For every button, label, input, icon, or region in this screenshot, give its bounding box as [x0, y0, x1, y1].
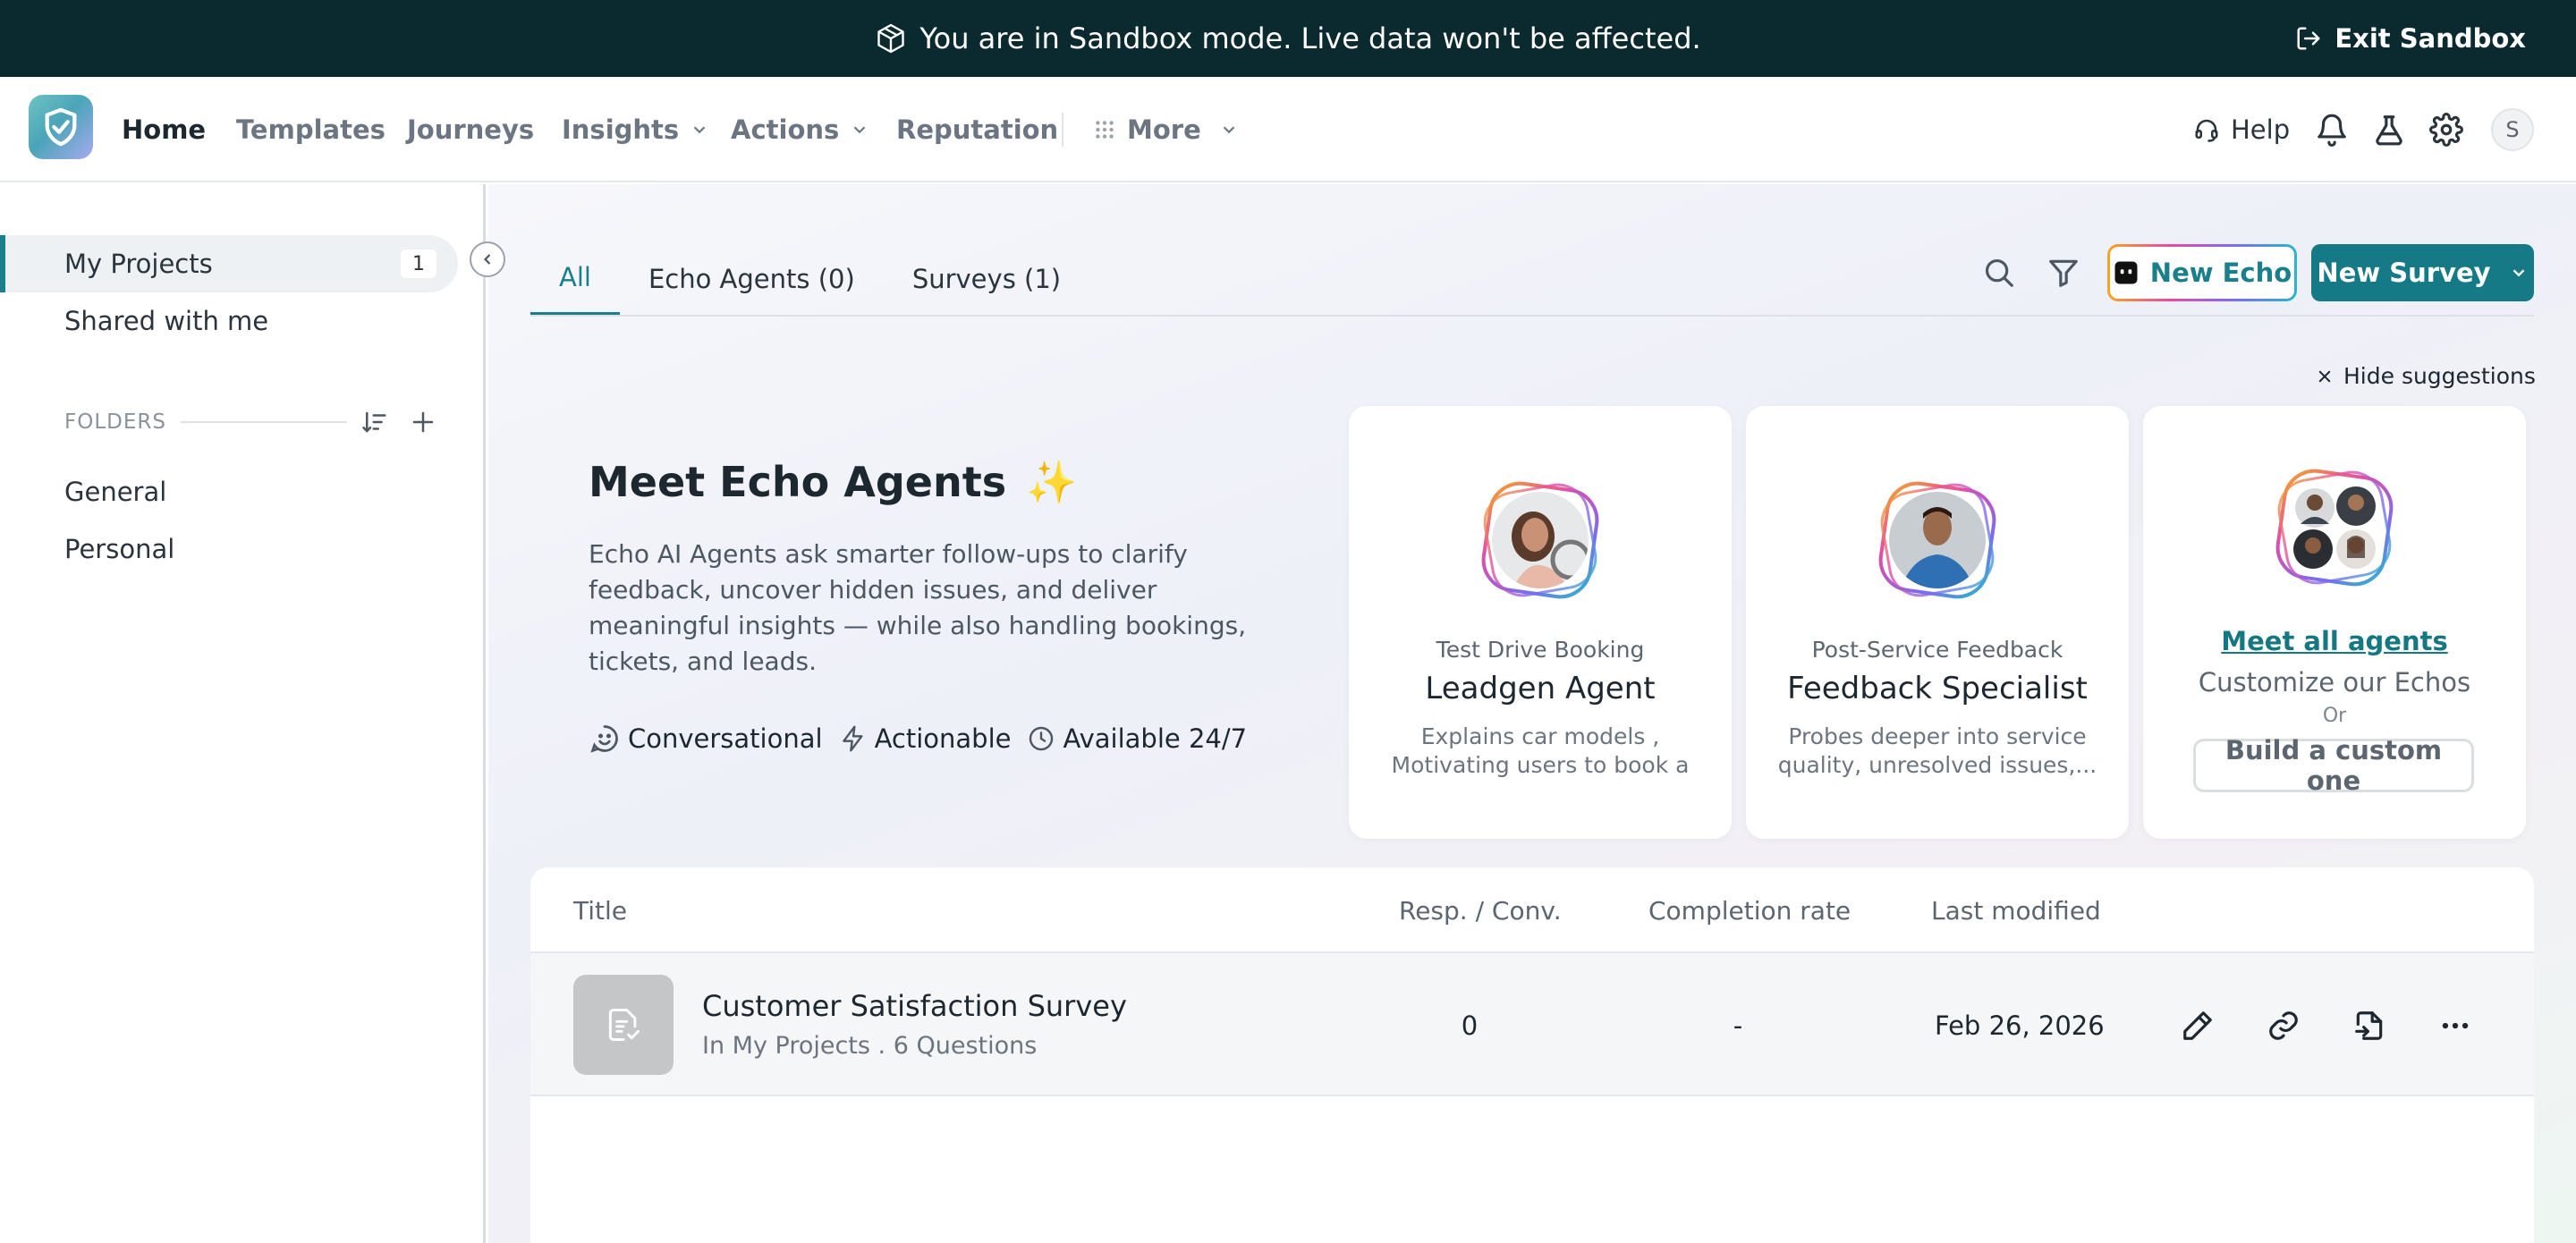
nav-reputation[interactable]: Reputation [896, 77, 1058, 182]
sidebar-item-my-projects[interactable]: My Projects 1 [0, 235, 458, 292]
feature-actionable: Actionable [839, 723, 1011, 755]
agent-avatar-feedback [1878, 481, 1996, 599]
sidebar: My Projects 1 Shared with me FOLDERS Gen… [0, 184, 486, 1243]
nav-actions[interactable]: Actions [731, 77, 869, 182]
cube-icon [877, 23, 905, 54]
chevron-down-icon [2512, 269, 2524, 277]
tabs-divider [530, 315, 2534, 317]
folders-heading: FOLDERS [64, 404, 440, 440]
customize-echos-label: Customize our Echos [2198, 667, 2471, 698]
exit-sandbox-label: Exit Sandbox [2334, 23, 2526, 54]
sort-icon[interactable] [361, 409, 388, 435]
copy-link-button[interactable] [2265, 1007, 2302, 1044]
feature-conversational: Conversational [589, 723, 823, 755]
col-title[interactable]: Title [573, 896, 627, 926]
tab-echo-agents[interactable]: Echo Agents (0) [620, 241, 884, 317]
filter-icon[interactable] [2046, 256, 2080, 290]
folders-divider [180, 421, 347, 423]
clock-icon [1030, 726, 1054, 751]
folder-item-general[interactable]: General [0, 463, 458, 520]
tab-surveys[interactable]: Surveys (1) [884, 241, 1089, 317]
sandbox-message: You are in Sandbox mode. Live data won't… [919, 21, 1701, 55]
smile-chat-icon [590, 725, 618, 753]
top-navigation: Home Templates Journeys Insights Actions… [0, 77, 2576, 182]
nav-divider [1062, 113, 1063, 147]
new-echo-button[interactable]: New Echo [2107, 244, 2297, 301]
tab-all[interactable]: All [530, 241, 620, 317]
modified-value: Feb 26, 2026 [1935, 1010, 2105, 1041]
collapse-sidebar-button[interactable] [470, 241, 505, 277]
lightning-icon [842, 725, 863, 752]
link-icon [2269, 1011, 2298, 1040]
help-button[interactable]: Help [2193, 77, 2290, 182]
or-label: Or [2322, 705, 2347, 727]
app-logo[interactable] [29, 95, 93, 159]
hide-suggestions-button[interactable]: Hide suggestions [2317, 363, 2536, 389]
projects-table: Title Resp. / Conv. Completion rate Last… [530, 867, 2534, 1243]
promo-title: Meet Echo Agents ✨ [589, 458, 1078, 506]
edit-button[interactable] [2179, 1007, 2216, 1044]
nav-templates[interactable]: Templates [236, 77, 386, 182]
user-avatar[interactable]: S [2491, 108, 2534, 151]
col-completion-rate[interactable]: Completion rate [1648, 896, 1851, 926]
survey-document-icon [608, 1009, 640, 1041]
agent-card-leadgen[interactable]: Test Drive Booking Leadgen Agent Explain… [1349, 406, 1732, 839]
search-icon[interactable] [1982, 256, 2016, 290]
headset-icon [2195, 119, 2218, 142]
shield-check-icon [45, 107, 77, 147]
responses-value: 0 [1461, 1010, 1479, 1041]
gear-icon[interactable] [2429, 113, 2463, 147]
echo-bot-icon [2114, 261, 2138, 284]
exit-sandbox-button[interactable]: Exit Sandbox [2295, 0, 2526, 77]
feature-availability: Available 24/7 [1027, 723, 1247, 755]
content-tabs: All Echo Agents (0) Surveys (1) [530, 241, 1089, 317]
project-count-badge: 1 [401, 249, 436, 278]
flask-icon[interactable] [2372, 113, 2406, 147]
table-row[interactable]: Customer Satisfaction Survey In My Proje… [530, 953, 2534, 1096]
survey-title[interactable]: Customer Satisfaction Survey [702, 989, 1127, 1023]
nav-home[interactable]: Home [122, 77, 206, 182]
chevron-down-icon [693, 126, 706, 134]
grid-dots-icon [1096, 121, 1114, 139]
agent-avatar-leadgen [1481, 481, 1599, 599]
col-responses[interactable]: Resp. / Conv. [1399, 896, 1562, 926]
nav-insights[interactable]: Insights [562, 77, 709, 182]
close-icon [2318, 370, 2331, 382]
agents-group-avatar [2275, 469, 2394, 587]
more-horizontal-icon [2442, 1022, 2469, 1029]
meet-all-agents-link[interactable]: Meet all agents [2143, 626, 2526, 656]
sidebar-item-shared-with-me[interactable]: Shared with me [0, 292, 458, 350]
chevron-down-icon [1223, 126, 1235, 134]
table-header: Title Resp. / Conv. Completion rate Last… [530, 867, 2534, 953]
build-custom-button[interactable]: Build a custom one [2193, 735, 2474, 796]
nav-journeys[interactable]: Journeys [407, 77, 534, 182]
new-survey-button[interactable]: New Survey [2311, 244, 2534, 301]
bell-icon[interactable] [2315, 113, 2349, 147]
agent-card-feedback[interactable]: Post-Service Feedback Feedback Specialis… [1746, 406, 2129, 839]
feature-list: Conversational Actionable Available 24/7 [589, 723, 1247, 755]
exit-icon [2297, 27, 2320, 50]
promo-description: Echo AI Agents ask smarter follow-ups to… [589, 539, 1247, 676]
folder-item-personal[interactable]: Personal [0, 520, 458, 578]
more-options-button[interactable] [2436, 1007, 2474, 1044]
completion-value: - [1733, 1010, 1743, 1041]
chevron-left-icon [483, 254, 491, 265]
pencil-icon [2183, 1011, 2212, 1040]
chevron-down-icon [854, 126, 866, 134]
nav-more[interactable]: More [1093, 77, 1239, 182]
file-move-icon [2355, 1011, 2383, 1040]
survey-thumbnail [573, 975, 674, 1075]
sandbox-banner: You are in Sandbox mode. Live data won't… [0, 0, 2576, 77]
move-button[interactable] [2351, 1007, 2388, 1044]
survey-subtitle: In My Projects . 6 Questions [702, 1032, 1038, 1060]
col-last-modified[interactable]: Last modified [1931, 896, 2101, 926]
sparkles-icon: ✨ [1026, 458, 1078, 506]
add-folder-icon[interactable] [410, 409, 436, 435]
agent-card-more: Meet all agents Customize our Echos Or B… [2143, 406, 2526, 839]
